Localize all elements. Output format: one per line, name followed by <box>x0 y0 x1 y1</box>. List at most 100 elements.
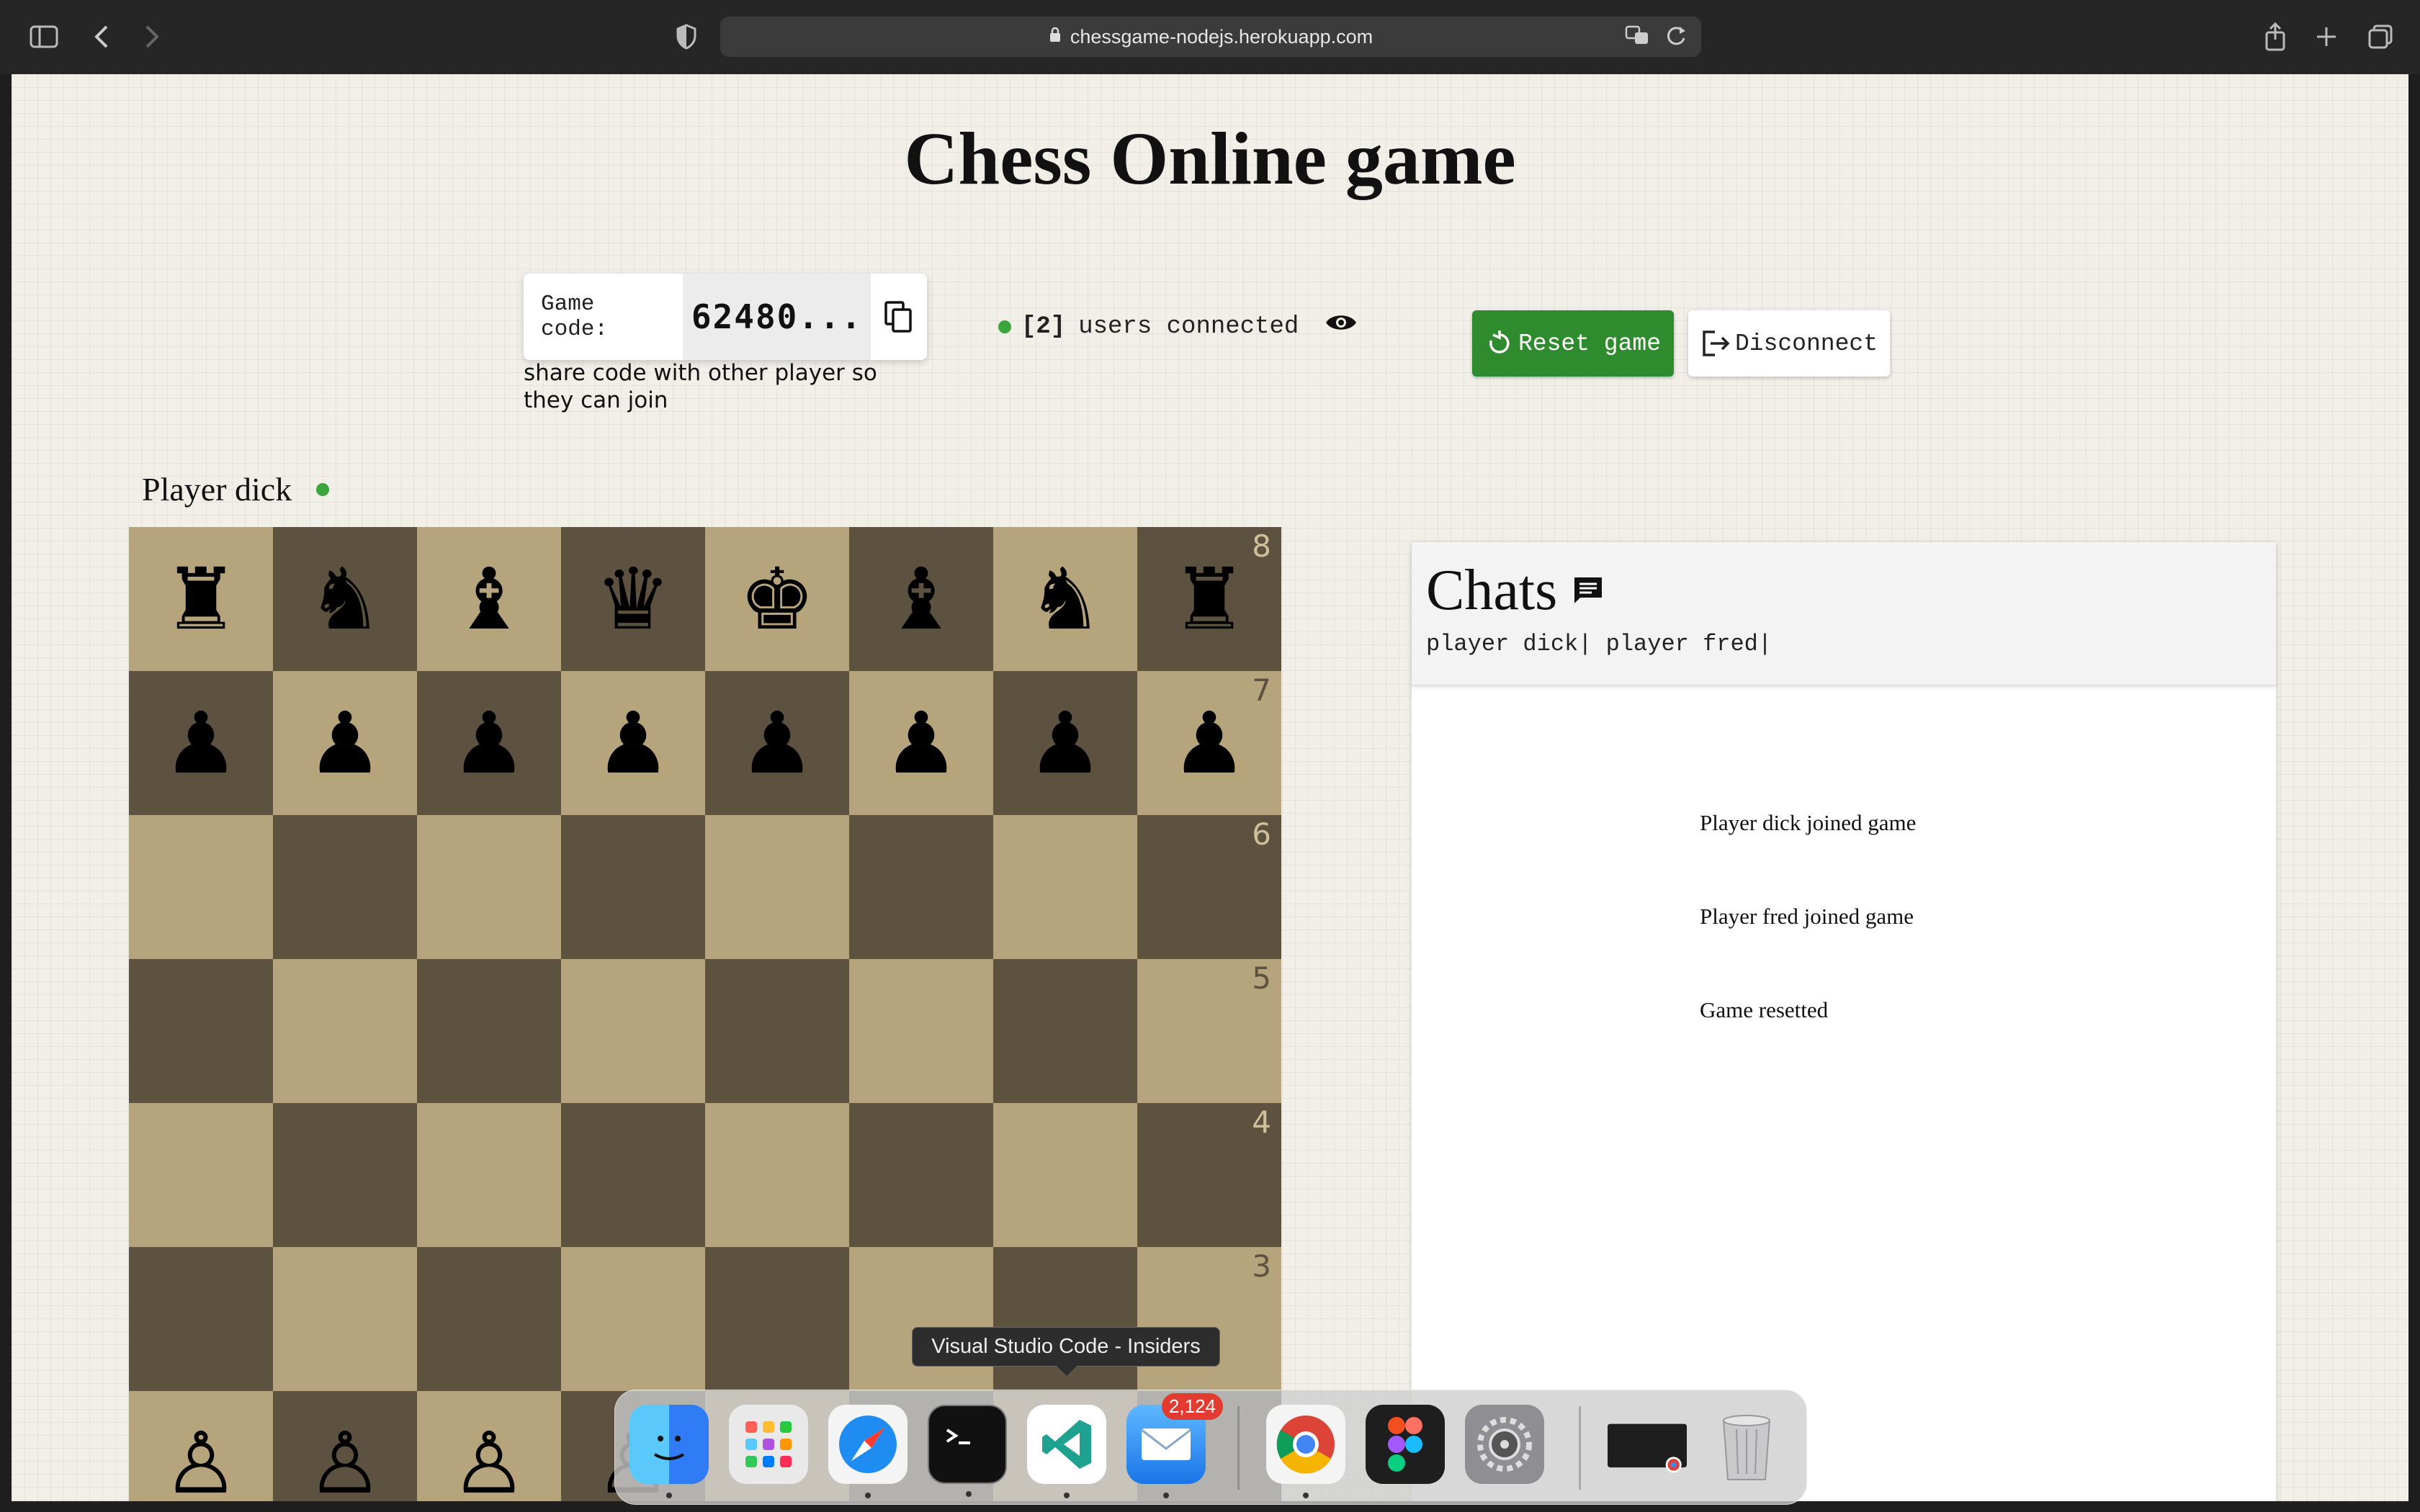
board-square[interactable] <box>273 815 417 959</box>
board-square[interactable] <box>273 959 417 1103</box>
chess-piece[interactable]: ♟ <box>307 701 383 786</box>
back-icon[interactable] <box>85 20 118 53</box>
board-square[interactable]: ♞ <box>273 527 417 671</box>
dock-separator <box>1237 1406 1240 1490</box>
board-square[interactable] <box>129 815 273 959</box>
reset-game-button[interactable]: Reset game <box>1472 310 1674 377</box>
chess-piece[interactable]: ♟ <box>451 701 527 786</box>
chess-piece[interactable]: ♜ <box>163 557 239 642</box>
board-square[interactable] <box>705 959 849 1103</box>
board-square[interactable] <box>417 1247 561 1391</box>
vscode-insiders-icon[interactable] <box>1027 1405 1106 1498</box>
copy-code-button[interactable] <box>871 274 927 360</box>
board-square[interactable] <box>561 1247 705 1391</box>
board-square[interactable] <box>129 1247 273 1391</box>
chess-piece[interactable]: ♟ <box>739 701 815 786</box>
board-square[interactable]: ♜ <box>129 527 273 671</box>
terminal-icon[interactable] <box>928 1405 1007 1497</box>
board-square[interactable] <box>273 1247 417 1391</box>
chess-piece[interactable]: ♞ <box>1027 557 1103 642</box>
chess-piece[interactable]: ♙ <box>307 1421 383 1501</box>
chess-piece[interactable]: ♟ <box>883 701 959 786</box>
board-square[interactable]: ♙ <box>129 1391 273 1501</box>
new-tab-icon[interactable] <box>2310 20 2343 53</box>
reload-icon[interactable] <box>1665 24 1687 53</box>
board-square[interactable] <box>993 1103 1137 1247</box>
board-square[interactable] <box>705 815 849 959</box>
board-square[interactable]: ♟ <box>561 671 705 815</box>
forward-icon[interactable] <box>135 20 169 53</box>
board-square[interactable] <box>849 1247 993 1391</box>
system-preferences-icon[interactable] <box>1465 1405 1544 1484</box>
board-square[interactable] <box>273 1103 417 1247</box>
board-square[interactable] <box>849 815 993 959</box>
chat-title: Chats <box>1426 558 2262 624</box>
minimized-window-icon[interactable] <box>1608 1405 1687 1484</box>
trash-icon[interactable] <box>1707 1405 1786 1484</box>
board-square[interactable] <box>561 815 705 959</box>
board-square[interactable]: ♟ <box>129 671 273 815</box>
board-square[interactable]: ♛ <box>561 527 705 671</box>
board-square[interactable]: ♟ <box>849 671 993 815</box>
browser-toolbar: chessgame-nodejs.herokuapp.com <box>0 0 2420 74</box>
board-square[interactable]: ♜ 8 <box>1137 527 1281 671</box>
board-square[interactable] <box>993 959 1137 1103</box>
chess-piece[interactable]: ♞ <box>307 557 383 642</box>
board-square[interactable] <box>129 959 273 1103</box>
board-square[interactable] <box>417 815 561 959</box>
launchpad-icon[interactable] <box>729 1405 808 1484</box>
mail-icon[interactable]: 2,124 <box>1126 1393 1223 1498</box>
tab-overview-icon[interactable] <box>2364 20 2397 53</box>
chess-piece[interactable]: ♙ <box>451 1421 527 1501</box>
board-square[interactable] <box>561 1103 705 1247</box>
board-square[interactable] <box>417 1103 561 1247</box>
chess-piece[interactable]: ♝ <box>883 557 959 642</box>
safari-icon[interactable] <box>828 1405 908 1498</box>
board-square[interactable]: ♙ <box>417 1391 561 1501</box>
board-square[interactable]: 5 <box>1137 959 1281 1103</box>
privacy-shield-icon[interactable] <box>670 20 703 53</box>
board-square[interactable]: ♟ <box>273 671 417 815</box>
board-square[interactable]: ♞ <box>993 527 1137 671</box>
finder-icon[interactable] <box>629 1405 709 1498</box>
board-square[interactable]: ♟ <box>993 671 1137 815</box>
board-square[interactable] <box>705 1103 849 1247</box>
chess-piece[interactable]: ♙ <box>163 1421 239 1501</box>
board-square[interactable]: ♟ <box>417 671 561 815</box>
eye-icon[interactable] <box>1325 312 1358 341</box>
board-square[interactable] <box>993 815 1137 959</box>
chess-piece[interactable]: ♜ <box>1171 557 1247 642</box>
game-code-value[interactable]: 62480... <box>682 274 871 360</box>
board-square[interactable]: 6 <box>1137 815 1281 959</box>
board-square[interactable] <box>129 1103 273 1247</box>
board-square[interactable]: ♙ <box>273 1391 417 1501</box>
share-icon[interactable] <box>2259 20 2292 53</box>
board-square[interactable]: ♚ <box>705 527 849 671</box>
board-square[interactable]: 4 <box>1137 1103 1281 1247</box>
board-square[interactable] <box>561 959 705 1103</box>
chess-piece[interactable]: ♚ <box>739 557 815 642</box>
chat-message: Game resetted <box>1700 997 1829 1022</box>
logout-icon <box>1703 330 1730 356</box>
board-square[interactable]: ♝ <box>849 527 993 671</box>
board-square[interactable]: ♟ 7 <box>1137 671 1281 815</box>
board-square[interactable] <box>849 959 993 1103</box>
sidebar-toggle-icon[interactable] <box>27 20 60 53</box>
chess-piece[interactable]: ♛ <box>595 557 671 642</box>
board-square[interactable]: 3 <box>1137 1247 1281 1391</box>
board-square[interactable]: ♝ <box>417 527 561 671</box>
translate-icon[interactable] <box>1625 24 1651 53</box>
chrome-icon[interactable] <box>1266 1405 1345 1498</box>
board-square[interactable] <box>417 959 561 1103</box>
board-square[interactable] <box>705 1247 849 1391</box>
chess-piece[interactable]: ♟ <box>595 701 671 786</box>
chess-piece[interactable]: ♟ <box>163 701 239 786</box>
figma-icon[interactable] <box>1366 1405 1445 1484</box>
disconnect-button[interactable]: Disconnect <box>1688 310 1890 377</box>
board-square[interactable] <box>849 1103 993 1247</box>
chess-piece[interactable]: ♟ <box>1027 701 1103 786</box>
chess-piece[interactable]: ♟ <box>1171 701 1247 786</box>
board-square[interactable]: ♟ <box>705 671 849 815</box>
address-bar[interactable]: chessgame-nodejs.herokuapp.com <box>720 17 1701 57</box>
chess-piece[interactable]: ♝ <box>451 557 527 642</box>
